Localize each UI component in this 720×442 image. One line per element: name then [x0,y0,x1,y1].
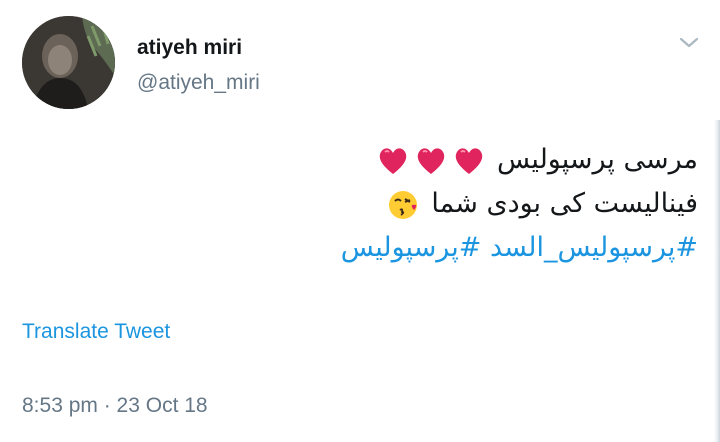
tweet-line-3: #پرسپولیس_السد #پرسپولیس [58,226,698,270]
scrollbar-edge [714,120,720,442]
tweet-card: atiyeh miri @atiyeh_miri مرسی پرسپولیس ف… [0,0,720,442]
user-handle[interactable]: @atiyeh_miri [137,71,260,95]
chevron-down-icon[interactable] [676,34,702,52]
tweet-line-2-text: فینالیست کی بودی شما [431,188,698,219]
avatar[interactable] [22,16,115,109]
tweet-line-1-text: مرسی پرسپولیس [497,144,698,175]
tweet-line-2: فینالیست کی بودی شما [58,182,698,226]
kissing-face-icon [387,188,421,222]
heart-icon [376,144,410,178]
display-name[interactable]: atiyeh miri [137,36,242,60]
tweet-line-1: مرسی پرسپولیس [58,138,698,182]
translate-tweet-link[interactable]: Translate Tweet [22,320,170,344]
heart-icon [414,144,448,178]
tweet-timestamp[interactable]: 8:53 pm · 23 Oct 18 [22,394,208,418]
heart-icon [452,144,486,178]
tweet-text: مرسی پرسپولیس فینالیست کی بودی شما #پرسپ… [58,138,698,270]
hashtag-link[interactable]: #پرسپولیس [341,232,482,263]
hashtag-link[interactable]: #پرسپولیس_السد [490,232,698,263]
